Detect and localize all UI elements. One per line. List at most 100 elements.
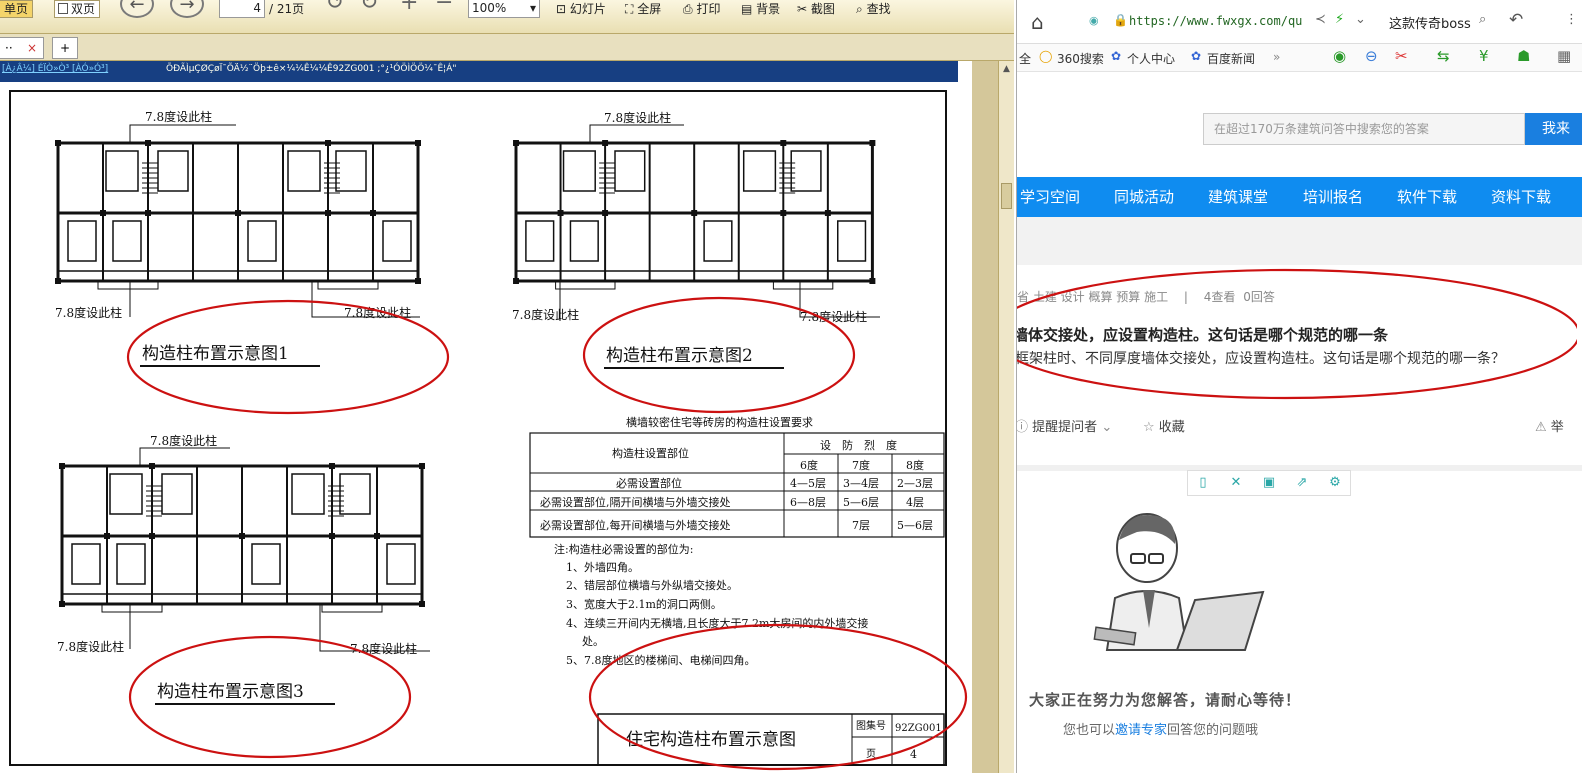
table-row-1-8deg: 2—3层 <box>897 477 933 490</box>
printer-icon: ⎙ <box>683 2 693 16</box>
table-row-3-7deg: 7层 <box>852 519 870 532</box>
rotate-left-icon[interactable]: ↺ <box>326 0 344 14</box>
favorite-button[interactable]: ☆ 收藏 <box>1143 416 1185 435</box>
page-number-input[interactable]: 4 <box>219 0 265 18</box>
column-note-6: 7.8度设此柱 <box>800 309 867 324</box>
info-icon: ⓘ <box>1016 420 1029 435</box>
banner-strip <box>1017 217 1582 265</box>
close-icon[interactable]: × <box>27 38 37 58</box>
table-row-2-6deg: 6—8层 <box>790 496 826 509</box>
zoom-in-icon[interactable]: + <box>400 0 418 14</box>
site-search-button[interactable]: 我来 <box>1525 113 1582 145</box>
column-note-5: 7.8度设此柱 <box>512 307 579 322</box>
table-head-6deg: 6度 <box>800 458 818 472</box>
table-row-1-6deg: 4—5层 <box>790 477 826 490</box>
home-icon[interactable]: ⌂ <box>1031 10 1044 34</box>
bookmark-all[interactable]: 全 <box>1019 50 1031 67</box>
remind-asker-button[interactable]: ⓘ 提醒提问者 ⌄ <box>1016 416 1112 435</box>
grid-icon[interactable]: ▦ <box>1557 47 1571 65</box>
chevron-down-icon: ▾ <box>529 1 536 15</box>
slideshow-button[interactable]: ⊡ 幻灯片 <box>556 0 606 18</box>
expand-icon[interactable]: ✕ <box>1226 474 1246 492</box>
address-bar: ⌂ ◉ 🔒 https://www.fwxgx.com/qu ≺ ⚡ ⌄ 这款传… <box>1017 0 1582 44</box>
gamepad-icon[interactable]: ☗ <box>1517 47 1530 65</box>
note-line-0: 注:构造柱必需设置的部位为: <box>554 542 693 556</box>
table-row-2-7deg: 5—6层 <box>843 496 879 509</box>
save-icon[interactable]: ▣ <box>1259 474 1279 492</box>
bookmark-baidu-news[interactable]: 百度新闻 <box>1207 50 1255 67</box>
invite-expert-link[interactable]: 邀请专家 <box>1115 723 1167 738</box>
tablet-icon[interactable]: ▯ <box>1193 474 1213 492</box>
column-note-9: 7.8度设此柱 <box>350 641 417 656</box>
document-viewport: [À¿Â¼] ÉÏÒ»Ò³ [ÀÓ»Ó³] ÕÐÃÌµÇØÇøÏ¯ÕÄ½¨Öþ±… <box>0 61 998 773</box>
nav-classroom[interactable]: 建筑课堂 <box>1208 177 1268 217</box>
diagram-2-title: 构造柱布置示意图2 <box>606 346 753 366</box>
next-page-button[interactable]: → <box>170 0 204 18</box>
screenshot-button[interactable]: ✂ 截图 <box>797 0 835 18</box>
url-field[interactable]: https://www.fwxgx.com/qu <box>1129 14 1302 28</box>
translate-icon[interactable]: ⇆ <box>1437 47 1450 65</box>
search-icon[interactable]: ⌕ <box>1479 12 1486 27</box>
single-page-button[interactable]: 单页 <box>0 0 34 18</box>
nav-resources[interactable]: 资料下载 <box>1491 177 1551 217</box>
lightning-icon[interactable]: ⚡ <box>1335 12 1344 27</box>
page-number: 4 <box>910 748 917 761</box>
bookmarks-overflow[interactable]: » <box>1273 50 1280 64</box>
scrollbar-thumb[interactable] <box>1001 183 1012 209</box>
background-button[interactable]: ▤ 背景 <box>741 0 780 18</box>
bookmark-360[interactable]: 360搜索 <box>1057 50 1104 67</box>
print-button[interactable]: ⎙ 打印 <box>683 0 720 18</box>
gear-icon[interactable]: ⚙ <box>1325 474 1345 492</box>
search-icon: ⌕ <box>856 2 863 16</box>
vertical-scrollbar[interactable]: ▲ <box>998 61 1014 773</box>
note-line-6: 5、7.8度地区的楼梯间、电梯间四角。 <box>566 653 756 667</box>
table-head-7deg: 7度 <box>852 458 870 472</box>
column-note-4: 7.8度设此柱 <box>604 110 671 125</box>
chevron-down-icon[interactable]: ⌄ <box>1355 12 1366 27</box>
table-row-1-7deg: 3—4层 <box>843 477 879 490</box>
browser-window: ⌂ ◉ 🔒 https://www.fwxgx.com/qu ≺ ⚡ ⌄ 这款传… <box>1016 0 1582 773</box>
column-note-8: 7.8度设此柱 <box>57 639 124 654</box>
title-block-name: 住宅构造柱布置示意图 <box>626 730 796 750</box>
nav-training[interactable]: 培训报名 <box>1303 177 1363 217</box>
table-head-8deg: 8度 <box>906 458 924 472</box>
table-head-intensity: 设 防 烈 度 <box>820 438 897 452</box>
column-note-2: 7.8度设此柱 <box>55 305 122 320</box>
bookmark-user-center[interactable]: 个人中心 <box>1127 50 1175 67</box>
notes-block: 注:构造柱必需设置的部位为: 1、外墙四角。 2、错层部位横墙与外纵墙交接处。 … <box>554 542 868 667</box>
table-row-2-position: 必需设置部位,隔开间横墙与外墙交接处 <box>540 495 731 509</box>
zoom-select[interactable]: 100% ▾ <box>468 0 540 18</box>
report-button[interactable]: ⚠ 举 <box>1535 416 1564 435</box>
extension-icon[interactable]: ◉ <box>1333 47 1346 65</box>
arrow-right-icon: → <box>179 0 195 15</box>
more-icon[interactable]: ⋮ <box>1565 12 1578 27</box>
zoom-out-icon[interactable]: − <box>435 0 453 14</box>
document-tab[interactable]: ·· × <box>0 37 44 59</box>
nav-software[interactable]: 软件下载 <box>1397 177 1457 217</box>
double-page-button[interactable]: 双页 <box>54 0 101 18</box>
slideshow-icon: ⊡ <box>556 2 567 16</box>
nav-local-events[interactable]: 同城活动 <box>1114 177 1174 217</box>
double-page-icon <box>58 3 68 14</box>
find-button[interactable]: ⌕ 查找 <box>856 0 891 18</box>
site-search-input[interactable]: 在超过170万条建筑问答中搜索您的答案 <box>1203 113 1525 145</box>
share-icon[interactable]: ≺ <box>1315 12 1326 27</box>
previous-page-button[interactable]: ← <box>120 0 154 18</box>
undo-icon[interactable]: ↶ <box>1509 10 1523 30</box>
paw-icon: ✿ <box>1191 49 1202 63</box>
money-icon[interactable]: ¥ <box>1479 47 1489 65</box>
search-hint[interactable]: 这款传奇boss <box>1389 13 1471 32</box>
fullscreen-button[interactable]: ⛶ 全屏 <box>625 0 661 18</box>
scissors-icon[interactable]: ✂ <box>1395 47 1408 65</box>
nav-study-space[interactable]: 学习空间 <box>1020 177 1080 217</box>
background-icon: ▤ <box>741 2 753 16</box>
rotate-right-icon[interactable]: ↻ <box>360 0 378 14</box>
scroll-up-icon[interactable]: ▲ <box>1001 64 1012 75</box>
new-tab-button[interactable]: + <box>52 37 78 59</box>
scissors-icon: ✂ <box>797 2 808 16</box>
pdf-reader-window: 单页 双页 ← → 4 / 21页 ↺ ↻ + − 100% ▾ ⊡ 幻灯片 ⛶ … <box>0 0 1014 773</box>
warning-icon: ⚠ <box>1535 420 1547 435</box>
atlas-label: 图集号 <box>856 719 886 732</box>
share-icon[interactable]: ⇗ <box>1292 474 1312 492</box>
extension-icon[interactable]: ⊖ <box>1365 47 1378 65</box>
